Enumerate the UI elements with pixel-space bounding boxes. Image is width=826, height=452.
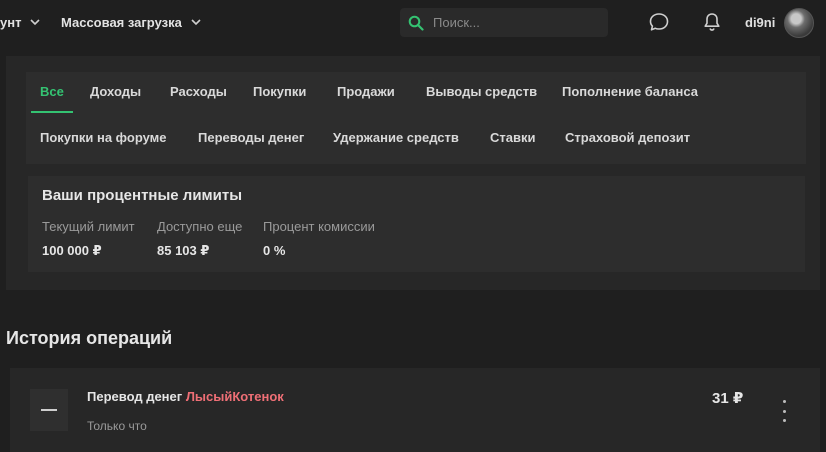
- tab-all[interactable]: Все: [40, 84, 64, 99]
- more-options-icon[interactable]: [776, 400, 792, 422]
- current-limit-value: 100 000 ₽: [42, 243, 102, 258]
- search-icon: [408, 15, 424, 31]
- commission-label: Процент комиссии: [263, 219, 375, 234]
- operation-user-link[interactable]: ЛысыйКотенок: [186, 389, 284, 404]
- tab-income[interactable]: Доходы: [90, 84, 141, 99]
- bulk-upload-menu[interactable]: Массовая загрузка: [61, 0, 202, 44]
- operation-title: Перевод денег ЛысыйКотенок: [87, 389, 284, 404]
- tab-balance-topup[interactable]: Пополнение баланса: [562, 84, 698, 99]
- operation-type: Перевод денег: [87, 389, 183, 404]
- bulk-upload-label: Массовая загрузка: [61, 14, 182, 30]
- top-bar: унт Массовая загрузка di9ni: [0, 0, 826, 44]
- account-menu[interactable]: унт: [0, 0, 41, 44]
- active-tab-indicator: [31, 111, 73, 113]
- tab-money-transfers[interactable]: Переводы денег: [198, 130, 304, 145]
- tab-forum-purchases[interactable]: Покупки на форуме: [40, 130, 167, 145]
- tab-withdrawals[interactable]: Выводы средств: [426, 84, 537, 99]
- avatar[interactable]: [784, 8, 814, 38]
- tab-insurance-deposit[interactable]: Страховой депозит: [565, 130, 690, 145]
- chevron-down-icon: [191, 19, 201, 26]
- minus-icon: [30, 389, 68, 431]
- available-label: Доступно еще: [157, 219, 243, 234]
- current-limit-label: Текущий лимит: [42, 219, 135, 234]
- tab-sales[interactable]: Продажи: [337, 84, 395, 99]
- search-input[interactable]: [433, 15, 593, 30]
- username[interactable]: di9ni: [745, 0, 775, 44]
- limits-title: Ваши процентные лимиты: [42, 187, 243, 204]
- chat-icon[interactable]: [647, 10, 671, 34]
- available-value: 85 103 ₽: [157, 243, 210, 258]
- tab-expenses[interactable]: Расходы: [170, 84, 227, 99]
- operation-row[interactable]: [10, 368, 820, 452]
- bell-icon[interactable]: [700, 10, 724, 34]
- history-title: История операций: [6, 328, 173, 348]
- tab-holds[interactable]: Удержание средств: [333, 130, 459, 145]
- tab-purchases[interactable]: Покупки: [253, 84, 306, 99]
- commission-value: 0 %: [263, 243, 286, 258]
- tab-bets[interactable]: Ставки: [490, 130, 535, 145]
- operation-amount: 31 ₽: [712, 390, 744, 407]
- account-menu-label: унт: [0, 14, 22, 30]
- search-box[interactable]: [400, 8, 608, 37]
- operation-time: Только что: [87, 419, 147, 433]
- chevron-down-icon: [30, 19, 41, 26]
